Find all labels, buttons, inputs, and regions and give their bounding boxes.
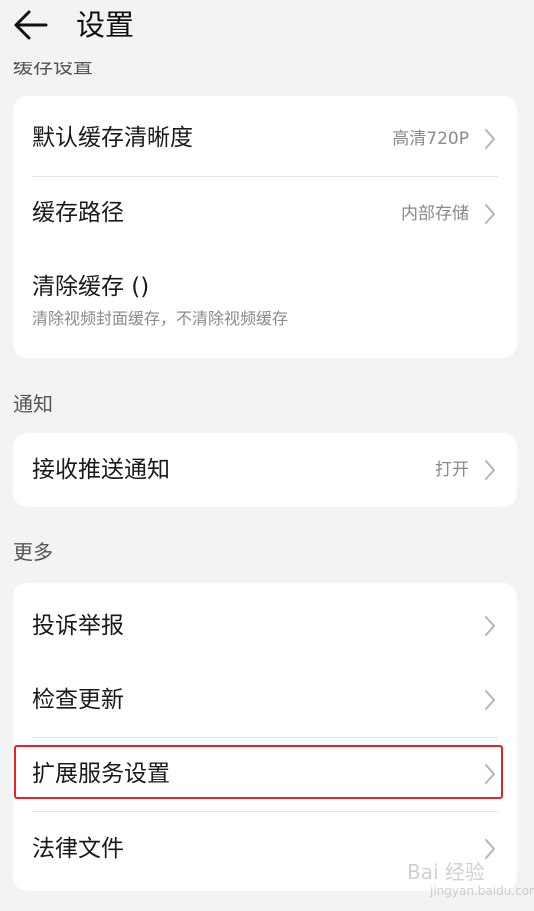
chevron-right-icon	[485, 690, 495, 710]
row-label: 检查更新	[32, 687, 124, 713]
row-label: 法律文件	[32, 836, 124, 862]
row-sublabel: 清除视频封面缓存，不清除视频缓存	[32, 309, 289, 328]
arrow-left-icon	[14, 10, 48, 40]
row-label: 默认缓存清晰度	[32, 125, 193, 151]
row-label: 投诉举报	[32, 613, 124, 639]
report-row[interactable]: 投诉举报	[13, 583, 517, 663]
chevron-right-icon	[485, 839, 495, 859]
row-value: 打开	[435, 460, 469, 480]
default-cache-quality-row[interactable]: 默认缓存清晰度 高清720P	[13, 96, 517, 176]
row-value: 内部存储	[401, 204, 469, 224]
more-card: 投诉举报 检查更新 扩展服务设置 法律文件	[13, 583, 517, 891]
watermark-logo: Bai 经验	[407, 860, 485, 884]
page-title: 设置	[76, 8, 135, 42]
highlight-box	[14, 745, 503, 799]
check-update-row[interactable]: 检查更新	[13, 663, 517, 737]
chevron-right-icon	[485, 460, 495, 480]
back-button[interactable]	[12, 8, 52, 42]
row-value: 高清720P	[392, 129, 469, 149]
section-label-notify: 通知	[13, 392, 53, 416]
clear-cache-row[interactable]: 清除缓存 () 清除视频封面缓存，不清除视频缓存	[13, 256, 517, 358]
push-notification-row[interactable]: 接收推送通知 打开	[13, 433, 517, 507]
row-label: 缓存路径	[32, 200, 124, 226]
row-label: 接收推送通知	[32, 457, 170, 483]
notification-card: 接收推送通知 打开	[13, 433, 517, 507]
section-label-more: 更多	[13, 540, 53, 564]
row-label: 清除缓存 ()	[32, 274, 150, 300]
cache-path-row[interactable]: 缓存路径 内部存储	[13, 177, 517, 251]
section-label-cache: 缓存设置	[13, 54, 93, 78]
chevron-right-icon	[485, 129, 495, 149]
watermark-url: jingyan.baidu.com	[430, 884, 534, 898]
chevron-right-icon	[485, 204, 495, 224]
cache-settings-card: 默认缓存清晰度 高清720P 缓存路径 内部存储 清除缓存 () 清除视频封面缓…	[13, 96, 517, 358]
top-bar: 设置	[0, 0, 534, 56]
chevron-right-icon	[485, 616, 495, 636]
divider	[32, 737, 498, 738]
